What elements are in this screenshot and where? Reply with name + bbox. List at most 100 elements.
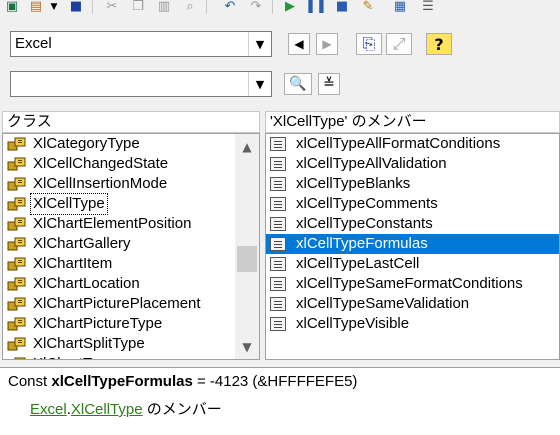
enum-icon <box>7 237 26 251</box>
properties-icon[interactable]: ☰ <box>420 0 436 14</box>
save-icon[interactable]: ■ <box>68 0 84 14</box>
class-name: XlChartSplitType <box>33 335 145 352</box>
member-list-item[interactable]: xlCellTypeConstants <box>266 214 559 234</box>
find-icon[interactable]: ⌕ <box>182 0 198 14</box>
toggle-results-button[interactable]: ≚ <box>318 73 340 95</box>
member-list-item[interactable]: xlCellTypeSameValidation <box>266 294 559 314</box>
class-name: XlChartLocation <box>33 275 140 292</box>
classes-list: XlCategoryType XlCellChangedState XlCellIn… <box>2 133 260 360</box>
cut-icon[interactable]: ✂ <box>104 0 120 14</box>
library-combo[interactable]: Excel ▼ <box>10 31 272 57</box>
enum-icon <box>7 257 26 271</box>
constant-definition: Const xlCellTypeFormulas = -4123 (&HFFFF… <box>8 373 357 390</box>
search-button[interactable]: 🔍 <box>284 73 312 95</box>
binoculars-icon: 🔍 <box>289 76 307 92</box>
classes-header[interactable]: クラス <box>2 111 260 133</box>
member-list-item[interactable]: xlCellTypeFormulas <box>266 234 559 254</box>
member-name: xlCellTypeComments <box>296 195 438 212</box>
classes-scrollbar[interactable]: ▲ ▼ <box>235 134 259 359</box>
member-list-item[interactable]: xlCellTypeVisible <box>266 314 559 334</box>
separator <box>206 0 207 14</box>
enum-icon <box>7 217 26 231</box>
separator <box>272 0 273 14</box>
toolbar: ▣ ▤ ▼ ■ ✂ ❐ ▥ ⌕ ↶ ↷ ▶ ❚❚ ■ ✎ ▦ ☰ <box>0 0 560 18</box>
dropdown-icon[interactable]: ▼ <box>46 0 62 14</box>
constant-name: xlCellTypeFormulas <box>51 373 193 390</box>
design-icon[interactable]: ✎ <box>360 0 376 14</box>
forward-button[interactable]: ▶ <box>316 33 338 55</box>
paste-icon[interactable]: ▥ <box>156 0 172 14</box>
member-name: xlCellTypeAllValidation <box>296 155 447 172</box>
back-button[interactable]: ◀ <box>288 33 310 55</box>
chevron-down-icon[interactable]: ▼ <box>248 72 271 96</box>
member-list-item[interactable]: xlCellTypeSameFormatConditions <box>266 274 559 294</box>
enum-icon <box>7 337 26 351</box>
member-list-item[interactable]: xlCellTypeLastCell <box>266 254 559 274</box>
help-button[interactable]: ? <box>426 33 452 55</box>
const-keyword: Const <box>8 373 52 390</box>
enum-icon <box>7 277 26 291</box>
class-list-item[interactable]: XlChartElementPosition <box>3 214 233 234</box>
class-list-item[interactable]: XlCategoryType <box>3 134 233 154</box>
member-name: xlCellTypeBlanks <box>296 175 411 192</box>
constant-icon <box>270 297 286 311</box>
member-name: xlCellTypeLastCell <box>296 255 420 272</box>
chevron-down-icon[interactable]: ▼ <box>248 32 271 56</box>
class-list-item[interactable]: XlChartItem <box>3 254 233 274</box>
stop-icon[interactable]: ■ <box>334 0 350 14</box>
member-name: xlCellTypeSameValidation <box>296 295 470 312</box>
class-list-item[interactable]: XlCellChangedState <box>3 154 233 174</box>
class-name: XlChartGallery <box>33 235 131 252</box>
constant-icon <box>270 257 286 271</box>
scroll-up-icon[interactable]: ▲ <box>235 138 259 155</box>
class-list-item[interactable]: XlChartLocation <box>3 274 233 294</box>
library-link[interactable]: Excel <box>30 401 67 418</box>
class-name: XlChartPicturePlacement <box>33 295 201 312</box>
member-list-item[interactable]: xlCellTypeComments <box>266 194 559 214</box>
scroll-down-icon[interactable]: ▼ <box>235 338 259 355</box>
constant-value: = -4123 (&HFFFFEFE5) <box>192 373 358 390</box>
constant-icon <box>270 137 286 151</box>
member-name: xlCellTypeSameFormatConditions <box>296 275 523 292</box>
details-pane: Const xlCellTypeFormulas = -4123 (&HFFFF… <box>0 367 560 435</box>
run-icon[interactable]: ▶ <box>282 0 298 14</box>
search-combo[interactable]: ▼ <box>10 71 272 97</box>
view-icon[interactable]: ▤ <box>28 0 44 14</box>
copy-icon[interactable]: ❐ <box>130 0 146 14</box>
class-list-item[interactable]: XlChartType <box>3 354 233 359</box>
class-list-item[interactable]: XlChartGallery <box>3 234 233 254</box>
copy-to-clipboard-button[interactable]: ⎘ <box>356 33 382 55</box>
class-list-item[interactable]: XlChartPictureType <box>3 314 233 334</box>
library-combo-value: Excel <box>15 35 52 52</box>
class-link[interactable]: XlCellType <box>71 401 143 418</box>
member-name: xlCellTypeConstants <box>296 215 433 232</box>
class-list-item[interactable]: XlCellType <box>3 193 233 215</box>
scroll-thumb[interactable] <box>237 246 257 272</box>
constant-icon <box>270 197 286 211</box>
enum-icon <box>14 357 26 359</box>
class-name: XlChartType <box>31 354 118 359</box>
member-of: Excel.XlCellType のメンバー <box>30 398 222 419</box>
class-list-item[interactable]: XlChartSplitType <box>3 334 233 354</box>
project-icon[interactable]: ▦ <box>392 0 408 14</box>
redo-icon[interactable]: ↷ <box>248 0 264 14</box>
enum-icon <box>7 317 26 331</box>
constant-icon <box>270 177 286 191</box>
members-header[interactable]: 'XlCellType' のメンバー <box>265 111 560 133</box>
class-name: XlCellInsertionMode <box>33 175 168 192</box>
undo-icon[interactable]: ↶ <box>222 0 238 14</box>
member-list-item[interactable]: xlCellTypeBlanks <box>266 174 559 194</box>
enum-icon <box>7 177 26 191</box>
class-name: XlCategoryType <box>33 135 140 152</box>
class-list-item[interactable]: XlChartPicturePlacement <box>3 294 233 314</box>
double-chevron-icon: ≚ <box>323 76 335 92</box>
member-list-item[interactable]: xlCellTypeAllFormatConditions <box>266 134 559 154</box>
class-name: XlCellChangedState <box>33 155 169 172</box>
class-list-item[interactable]: XlCellInsertionMode <box>3 174 233 194</box>
pause-icon[interactable]: ❚❚ <box>305 0 327 14</box>
member-name: xlCellTypeVisible <box>296 315 410 332</box>
view-definition-button[interactable]: ⤢ <box>386 33 412 55</box>
member-list-item[interactable]: xlCellTypeAllValidation <box>266 154 559 174</box>
excel-icon[interactable]: ▣ <box>4 0 20 14</box>
separator <box>92 0 93 14</box>
